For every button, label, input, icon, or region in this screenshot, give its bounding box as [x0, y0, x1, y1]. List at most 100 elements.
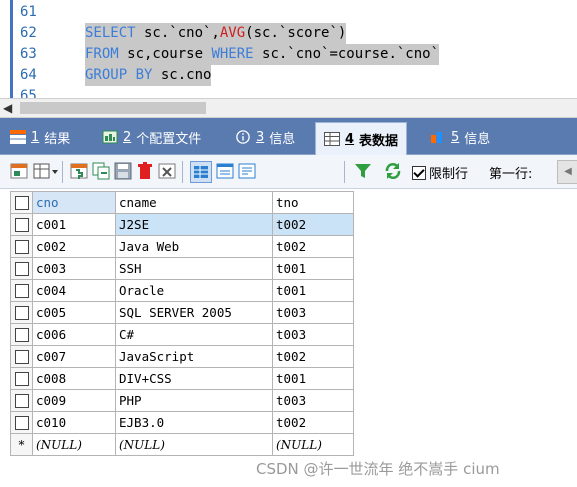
- table-row[interactable]: c005 SQL SERVER 2005 t003: [10, 301, 354, 324]
- duplicate-row-icon[interactable]: [92, 162, 110, 180]
- sql-text: (sc.`score`): [245, 25, 347, 41]
- table-row[interactable]: c001 J2SE t002: [10, 213, 354, 236]
- row-select-cell[interactable]: [10, 389, 33, 412]
- cell-cname[interactable]: EJB3.0: [115, 411, 273, 434]
- code-line[interactable]: 63 FROM sc,course WHERE sc.`cno`=course.`…: [0, 44, 577, 65]
- cell-cname[interactable]: JavaScript: [115, 345, 273, 368]
- column-header-tno[interactable]: tno: [272, 191, 354, 214]
- grid-mode-icon[interactable]: [10, 162, 28, 180]
- cell-cno[interactable]: c006: [32, 323, 116, 346]
- column-header-cname[interactable]: cname: [115, 191, 273, 214]
- cell-cno[interactable]: c009: [32, 389, 116, 412]
- code-line[interactable]: 65: [0, 86, 577, 98]
- column-header-cno[interactable]: cno: [32, 191, 116, 214]
- row-select-cell[interactable]: [10, 257, 33, 280]
- null-cell-cno[interactable]: (NULL): [32, 433, 116, 456]
- table-row[interactable]: c002 Java Web t002: [10, 235, 354, 258]
- scroll-left-icon[interactable]: ◀: [3, 99, 12, 117]
- table-row[interactable]: c004 Oracle t001: [10, 279, 354, 302]
- tab-info[interactable]: 3 信息: [235, 124, 295, 150]
- table-row[interactable]: c010 EJB3.0 t002: [10, 411, 354, 434]
- cell-tno[interactable]: t001: [272, 367, 354, 390]
- row-checkbox[interactable]: [14, 284, 29, 299]
- code-line[interactable]: 62 SELECT sc.`cno`,AVG(sc.`score`): [0, 23, 577, 44]
- table-row[interactable]: c006 C# t003: [10, 323, 354, 346]
- insert-row-icon[interactable]: [70, 162, 88, 180]
- delete-icon[interactable]: [136, 162, 154, 180]
- cell-tno[interactable]: t001: [272, 279, 354, 302]
- cell-tno[interactable]: t002: [272, 235, 354, 258]
- row-select-cell[interactable]: [10, 279, 33, 302]
- null-cell-tno[interactable]: (NULL): [272, 433, 354, 456]
- row-checkbox[interactable]: [14, 218, 29, 233]
- cell-tno[interactable]: t003: [272, 323, 354, 346]
- limit-rows-toggle[interactable]: 限制行: [412, 163, 468, 182]
- row-select-cell[interactable]: [10, 235, 33, 258]
- cell-cno[interactable]: c008: [32, 367, 116, 390]
- text-view-icon[interactable]: [238, 162, 256, 180]
- row-select-cell[interactable]: [10, 213, 33, 236]
- cell-cname[interactable]: Oracle: [115, 279, 273, 302]
- horizontal-scrollbar[interactable]: ◀: [0, 98, 577, 118]
- tab-table-data[interactable]: 4 表数据: [315, 122, 408, 155]
- new-row[interactable]: * (NULL) (NULL) (NULL): [10, 433, 354, 456]
- row-checkbox[interactable]: [14, 372, 29, 387]
- row-checkbox[interactable]: [14, 394, 29, 409]
- cell-cno[interactable]: c010: [32, 411, 116, 434]
- scrollbar-thumb[interactable]: [20, 102, 206, 114]
- cell-tno[interactable]: t003: [272, 301, 354, 324]
- filter-icon[interactable]: [354, 162, 372, 180]
- cell-tno[interactable]: t002: [272, 345, 354, 368]
- clear-icon[interactable]: [158, 162, 176, 180]
- row-select-cell[interactable]: [10, 323, 33, 346]
- tab-profiles[interactable]: 2 个配置文件: [102, 124, 201, 150]
- row-select-cell[interactable]: [10, 345, 33, 368]
- tab-result[interactable]: 1 结果: [10, 124, 70, 150]
- data-grid: cno cname tno c001 J2SE t002 c002 Java Web t0…: [10, 191, 354, 456]
- table-row[interactable]: c007 JavaScript t002: [10, 345, 354, 368]
- sql-editor[interactable]: 61 62 SELECT sc.`cno`,AVG(sc.`score`) 63 FRO…: [0, 0, 577, 98]
- table-row[interactable]: c003 SSH t001: [10, 257, 354, 280]
- row-select-cell[interactable]: [10, 411, 33, 434]
- cell-cno[interactable]: c005: [32, 301, 116, 324]
- null-cell-cname[interactable]: (NULL): [115, 433, 273, 456]
- cell-cname[interactable]: PHP: [115, 389, 273, 412]
- table-row[interactable]: c009 PHP t003: [10, 389, 354, 412]
- row-select-cell[interactable]: [10, 367, 33, 390]
- cell-cname[interactable]: SSH: [115, 257, 273, 280]
- code-line[interactable]: 64 GROUP BY sc.cno: [0, 65, 577, 86]
- select-all-cell[interactable]: [10, 191, 33, 214]
- cell-cno[interactable]: c004: [32, 279, 116, 302]
- row-checkbox[interactable]: [14, 328, 29, 343]
- table-dropdown-icon[interactable]: [33, 162, 58, 180]
- cell-tno[interactable]: t002: [272, 213, 354, 236]
- cell-cno[interactable]: c002: [32, 235, 116, 258]
- cell-cname[interactable]: Java Web: [115, 235, 273, 258]
- cell-cname[interactable]: C#: [115, 323, 273, 346]
- code-line[interactable]: 61: [0, 2, 577, 23]
- cell-cno[interactable]: c001: [32, 213, 116, 236]
- cell-tno[interactable]: t001: [272, 257, 354, 280]
- first-row-input-arrow[interactable]: ◀: [557, 160, 577, 184]
- row-checkbox[interactable]: [14, 240, 29, 255]
- save-icon[interactable]: [114, 162, 132, 180]
- cell-cno[interactable]: c003: [32, 257, 116, 280]
- cell-cname[interactable]: DIV+CSS: [115, 367, 273, 390]
- select-all-checkbox[interactable]: [14, 196, 29, 211]
- row-checkbox[interactable]: [14, 350, 29, 365]
- tab-info-2[interactable]: 5 信息: [430, 124, 490, 150]
- table-row[interactable]: c008 DIV+CSS t001: [10, 367, 354, 390]
- row-checkbox[interactable]: [14, 306, 29, 321]
- row-select-cell[interactable]: [10, 301, 33, 324]
- cell-tno[interactable]: t002: [272, 411, 354, 434]
- row-checkbox[interactable]: [14, 416, 29, 431]
- row-checkbox[interactable]: [14, 262, 29, 277]
- cell-cno[interactable]: c007: [32, 345, 116, 368]
- refresh-icon[interactable]: [384, 162, 402, 180]
- limit-rows-checkbox[interactable]: [412, 165, 426, 180]
- form-view-icon[interactable]: [216, 162, 234, 180]
- cell-tno[interactable]: t003: [272, 389, 354, 412]
- cell-cname[interactable]: J2SE: [115, 213, 273, 236]
- grid-view-icon[interactable]: [190, 161, 212, 183]
- cell-cname[interactable]: SQL SERVER 2005: [115, 301, 273, 324]
